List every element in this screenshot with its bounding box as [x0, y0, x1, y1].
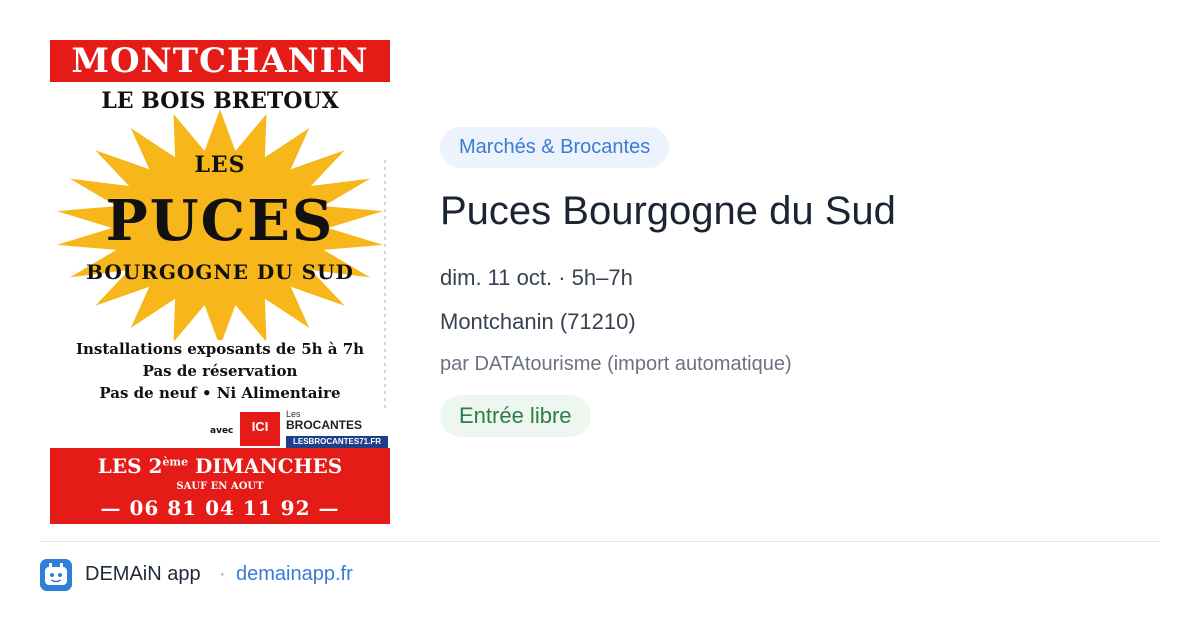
footer-divider: [40, 541, 1160, 542]
event-source: par DATAtourisme (import automatique): [440, 353, 792, 375]
poster-avec-text: avec: [210, 426, 234, 436]
poster-dimanches-post: DIMANCHES: [188, 454, 343, 478]
brocantes-logo-name: BROCANTES: [286, 418, 363, 432]
poster-info-line: Pas de neuf • Ni Alimentaire: [99, 384, 341, 402]
event-poster-image: MONTCHANIN LE BOIS BRETOUX LES PUCES BOU…: [50, 40, 390, 524]
poster-phone-text: — 06 81 04 11 92 —: [100, 496, 340, 520]
poster-info-block: Installations exposants de 5h à 7h Pas d…: [50, 338, 390, 404]
poster-dimanches-text: LES 2ème DIMANCHES: [50, 454, 390, 478]
poster-les-text: LES: [194, 152, 246, 178]
poster-dimanches-sup: ème: [162, 455, 189, 469]
app-logo-icon: [40, 559, 72, 591]
poster-info-line: Installations exposants de 5h à 7h: [75, 340, 365, 358]
poster-info-line: Pas de réservation: [142, 362, 298, 380]
poster-top-banner: MONTCHANIN: [50, 40, 390, 82]
poster-sauf-text: SAUF EN AOUT: [176, 481, 264, 492]
footer-separator: ·: [219, 563, 226, 585]
app-url-link[interactable]: demainapp.fr: [236, 563, 353, 586]
app-name: DEMAiN app: [85, 563, 201, 585]
event-title: Puces Bourgogne du Sud: [440, 189, 896, 233]
brocantes-logo-url: LESBROCANTES71.FR: [286, 436, 388, 448]
price-badge: Entrée libre: [440, 395, 591, 437]
poster-dimanches-pre: LES 2: [97, 454, 163, 478]
event-location: Montchanin (71210): [440, 309, 636, 334]
category-badge[interactable]: Marchés & Brocantes: [440, 127, 670, 168]
poster-bottom-banner: LES 2ème DIMANCHES SAUF EN AOUT — 06 81 …: [50, 448, 390, 524]
poster-puces-text: PUCES: [105, 188, 335, 254]
ici-logo: ICI: [240, 412, 280, 446]
brocantes-logo: Les BROCANTES LESBROCANTES71.FR: [286, 410, 388, 448]
event-datetime: dim. 11 oct. · 5h–7h: [440, 265, 633, 290]
poster-region-text: BOURGOGNE DU SUD: [86, 260, 354, 284]
